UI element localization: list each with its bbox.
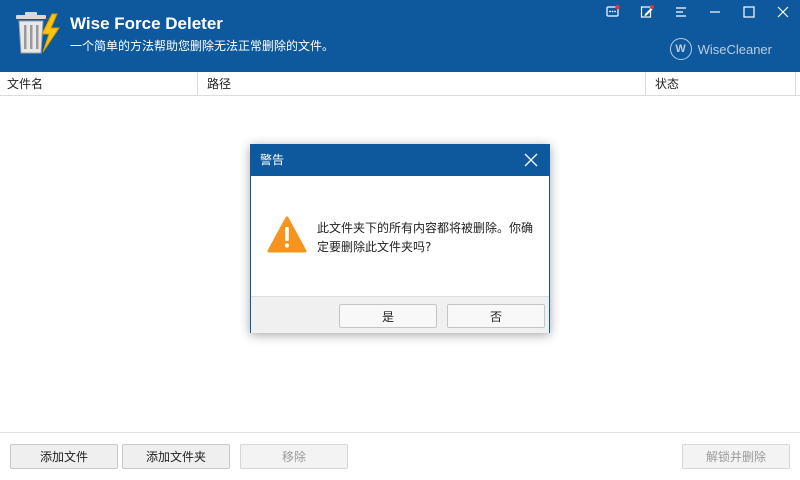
- dialog-title: 警告: [260, 153, 285, 167]
- yes-button[interactable]: 是: [339, 304, 437, 328]
- add-folder-button[interactable]: 添加文件夹: [122, 444, 230, 469]
- remove-button[interactable]: 移除: [240, 444, 348, 469]
- close-icon[interactable]: [766, 0, 800, 24]
- warning-dialog: 警告 此文件夹下的所有内容都将被删除。你确定要删除此文件夹吗? 是 否: [250, 144, 550, 333]
- trash-logo-icon: [12, 10, 62, 56]
- unlock-delete-button[interactable]: 解锁并删除: [682, 444, 790, 469]
- edit-icon[interactable]: [630, 0, 664, 24]
- wisecleaner-brand[interactable]: W WiseCleaner: [669, 38, 772, 60]
- maximize-icon[interactable]: [732, 0, 766, 24]
- dialog-footer: 是 否: [251, 296, 549, 333]
- minimize-icon[interactable]: [698, 0, 732, 24]
- app-title: Wise Force Deleter: [70, 14, 223, 33]
- column-header-path[interactable]: 路径: [198, 72, 646, 96]
- dialog-close-icon[interactable]: [523, 152, 539, 168]
- app-subtitle: 一个简单的方法帮助您删除无法正常删除的文件。: [70, 39, 335, 53]
- warning-icon: [267, 216, 307, 254]
- menu-icon[interactable]: [664, 0, 698, 24]
- no-button[interactable]: 否: [447, 304, 545, 328]
- column-header-status[interactable]: 状态: [646, 72, 796, 96]
- feedback-icon[interactable]: [596, 0, 630, 24]
- dialog-body: 此文件夹下的所有内容都将被删除。你确定要删除此文件夹吗?: [251, 176, 549, 296]
- window-controls: [596, 0, 800, 24]
- column-header-filename[interactable]: 文件名: [0, 72, 198, 96]
- add-file-button[interactable]: 添加文件: [10, 444, 118, 469]
- dialog-title-bar: 警告: [251, 145, 549, 176]
- dialog-message: 此文件夹下的所有内容都将被删除。你确定要删除此文件夹吗?: [317, 221, 534, 254]
- brand-label: WiseCleaner: [697, 41, 772, 57]
- file-table-header: 文件名 路径 状态: [0, 72, 800, 96]
- bottom-toolbar: 添加文件 添加文件夹 移除 解锁并删除: [0, 432, 800, 480]
- wisecleaner-logo-icon: W: [669, 38, 692, 60]
- app-header: Wise Force Deleter 一个简单的方法帮助您删除无法正常删除的文件…: [0, 0, 800, 72]
